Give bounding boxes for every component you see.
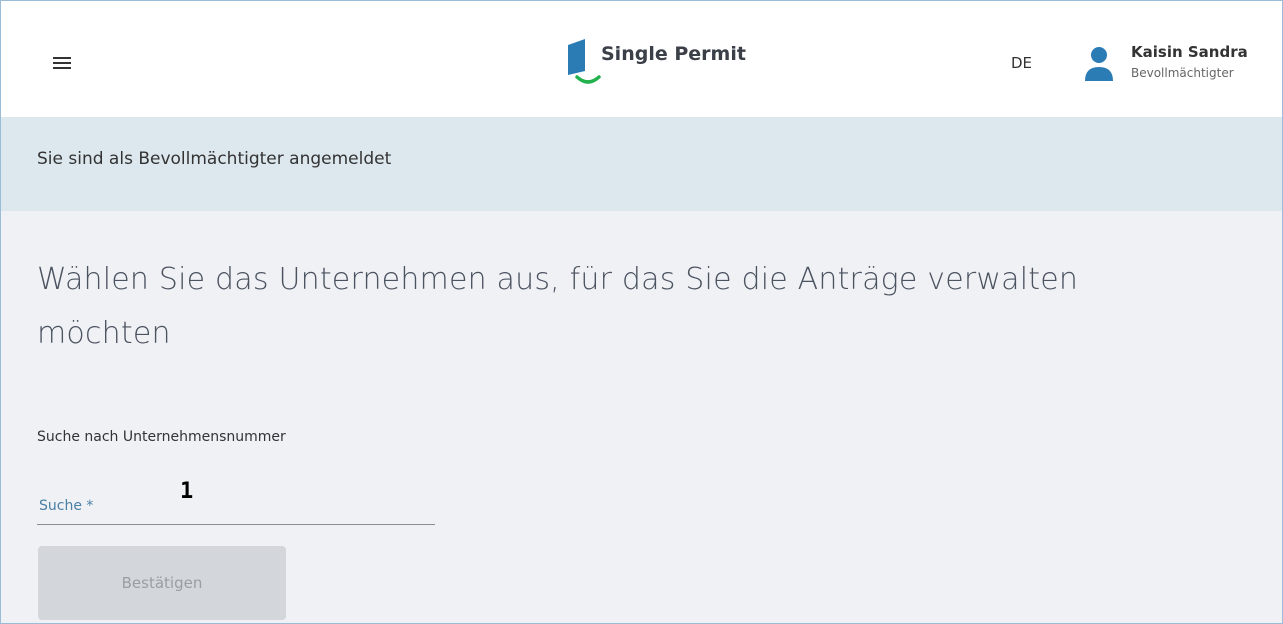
search-input-placeholder: Suche * (39, 498, 94, 514)
page-title-line-2: möchten (37, 316, 171, 351)
menu-icon[interactable] (53, 57, 71, 71)
page-title-line-1: Wählen Sie das Unternehmen aus, für das … (37, 262, 1079, 297)
brand-title: Single Permit (601, 43, 746, 65)
search-input[interactable]: Suche * (37, 493, 435, 525)
user-role: Bevollmächtigter (1131, 66, 1234, 80)
user-name[interactable]: Kaisin Sandra (1131, 43, 1248, 61)
confirm-button[interactable]: Bestätigen (38, 546, 286, 620)
search-input-underline (37, 524, 435, 525)
user-avatar-icon[interactable] (1081, 43, 1117, 83)
page-title: Wählen Sie das Unternehmen aus, für das … (37, 253, 1237, 361)
role-banner-text: Sie sind als Bevollmächtigter angemeldet (37, 149, 392, 169)
language-selector[interactable]: DE (1011, 54, 1032, 72)
top-bar: Single Permit DE Kaisin Sandra Bevollmäc… (1, 1, 1282, 117)
search-section-label: Suche nach Unternehmensnummer (37, 429, 286, 445)
